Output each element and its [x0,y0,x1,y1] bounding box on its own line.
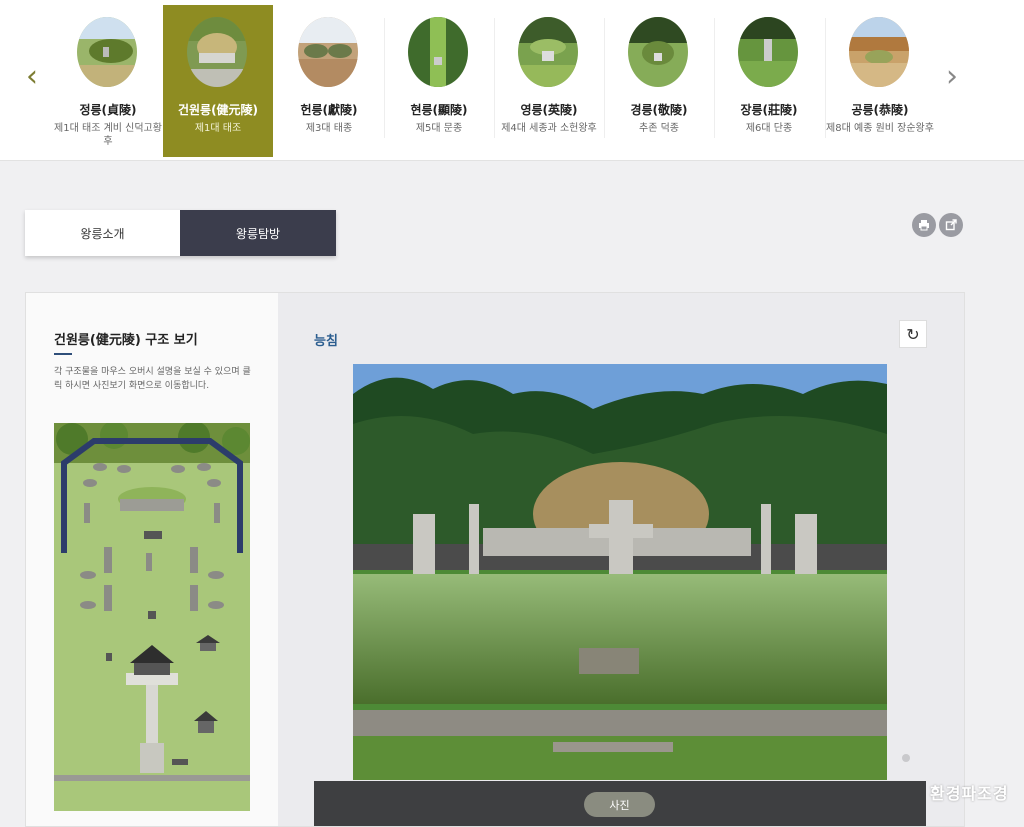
divider [604,18,605,138]
structure-description: 각 구조물을 마우스 오버시 설명을 보실 수 있으며 클릭 하시면 사진보기 … [54,367,251,391]
tomb-name: 현릉(顯陵) [410,103,468,117]
chevron-right-icon[interactable]: › [946,62,958,92]
photo-button[interactable]: 사진 [584,792,655,817]
tomb-structure-map[interactable] [54,421,250,811]
section-title: 능침 [314,334,338,349]
carousel-item-yeongneung[interactable]: 영릉(英陵) 제4대 세종과 소헌왕후 [494,5,604,157]
watermark: 환경파조경 [930,784,1009,803]
tomb-thumbnail [849,17,909,87]
photo-toolbar: 사진 [314,781,926,826]
structure-sidebar: 건원릉(健元陵) 구조 보기 각 구조물을 마우스 오버시 설명을 보실 수 있… [26,293,278,826]
tomb-thumbnail [518,17,578,87]
slide-indicator[interactable] [902,754,910,762]
divider [384,18,385,138]
tab-explore[interactable]: 왕릉탐방 [180,210,336,256]
divider [825,18,826,138]
tomb-subtitle: 제4대 세종과 소헌왕후 [501,123,597,134]
title-underline [54,353,72,355]
tomb-thumbnail [77,17,137,87]
carousel-item-jangneung[interactable]: 장릉(莊陵) 제6대 단종 [714,5,824,157]
structure-title: 건원릉(健元陵) 구조 보기 [54,333,198,348]
share-icon[interactable] [939,213,963,237]
carousel-item-jeongneung[interactable]: 정릉(貞陵) 제1대 태조 계비 신덕고황후 [53,5,163,157]
refresh-icon[interactable]: ↻ [899,320,927,348]
tomb-name: 공릉(恭陵) [851,103,909,117]
tomb-name: 영릉(英陵) [520,103,578,117]
tomb-subtitle: 제1대 태조 [194,123,242,134]
tomb-thumbnail [408,17,468,87]
tomb-subtitle: 제5대 문종 [415,123,463,134]
tomb-thumbnail [628,17,688,87]
tomb-subtitle: 추존 덕종 [639,123,679,134]
tomb-thumbnail [738,17,798,87]
tomb-photo [353,364,887,780]
tomb-subtitle: 제3대 태종 [305,123,353,134]
explore-panel: 건원릉(健元陵) 구조 보기 각 구조물을 마우스 오버시 설명을 보실 수 있… [25,292,965,827]
tomb-carousel: ‹ 정릉(貞陵) 제1대 태조 계비 신덕고황후 건원릉(健元陵) 제1대 태조… [0,0,1024,161]
divider [494,18,495,138]
print-icon[interactable] [912,213,936,237]
tomb-name: 건원릉(健元陵) [177,103,259,117]
chevron-left-icon[interactable]: ‹ [26,62,38,92]
view-tabs: 왕릉소개 왕릉탐방 [25,210,336,256]
carousel-item-heolleung[interactable]: 헌릉(獻陵) 제3대 태종 [274,5,384,157]
tab-intro[interactable]: 왕릉소개 [25,210,180,256]
tomb-thumbnail [298,17,358,87]
tomb-subtitle: 제1대 태조 계비 신덕고황후 [54,123,162,147]
tomb-name: 헌릉(獻陵) [300,103,358,117]
tomb-subtitle: 제6대 단종 [745,123,793,134]
carousel-item-hyeolleung[interactable]: 현릉(顯陵) 제5대 문종 [384,5,494,157]
carousel-item-gongneung[interactable]: 공릉(恭陵) 제8대 예종 원비 장순왕후 [825,5,935,157]
tomb-thumbnail [187,17,247,87]
tomb-name: 장릉(莊陵) [740,103,798,117]
carousel-item-gyeongneung[interactable]: 경릉(敬陵) 추존 덕종 [604,5,714,157]
carousel-item-geonwolleung[interactable]: 건원릉(健元陵) 제1대 태조 [163,5,273,157]
tomb-subtitle: 제8대 예종 원비 장순왕후 [826,123,934,134]
tomb-name: 정릉(貞陵) [79,103,137,117]
tomb-name: 경릉(敬陵) [630,103,688,117]
divider [714,18,715,138]
